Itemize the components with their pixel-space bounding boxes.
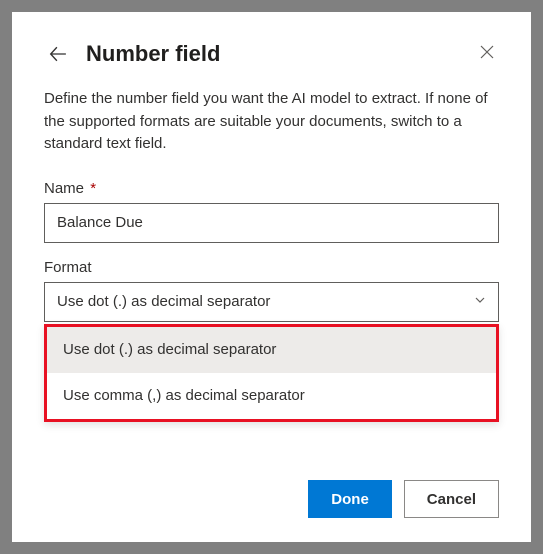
name-input[interactable] <box>44 203 499 243</box>
dialog-header: Number field <box>44 40 499 68</box>
close-icon[interactable] <box>475 40 499 64</box>
done-button[interactable]: Done <box>308 480 392 518</box>
format-label: Format <box>44 259 499 276</box>
cancel-button[interactable]: Cancel <box>404 480 499 518</box>
name-field-group: Name * <box>44 180 499 243</box>
chevron-down-icon <box>474 293 486 310</box>
format-select-wrapper: Use dot (.) as decimal separator Use dot… <box>44 282 499 322</box>
name-label-text: Name <box>44 180 84 197</box>
format-selected-value: Use dot (.) as decimal separator <box>57 293 270 310</box>
format-option-dot[interactable]: Use dot (.) as decimal separator <box>47 327 496 373</box>
name-label: Name * <box>44 180 499 197</box>
back-arrow-icon[interactable] <box>44 40 72 68</box>
dialog-footer: Done Cancel <box>44 480 499 518</box>
format-option-comma[interactable]: Use comma (,) as decimal separator <box>47 373 496 419</box>
required-marker: * <box>90 180 96 197</box>
number-field-dialog: Number field Define the number field you… <box>12 12 531 542</box>
dialog-description: Define the number field you want the AI … <box>44 88 499 156</box>
format-dropdown: Use dot (.) as decimal separator Use com… <box>44 324 499 422</box>
format-select[interactable]: Use dot (.) as decimal separator <box>44 282 499 322</box>
dialog-title: Number field <box>86 41 220 67</box>
format-field-group: Format Use dot (.) as decimal separator … <box>44 259 499 322</box>
